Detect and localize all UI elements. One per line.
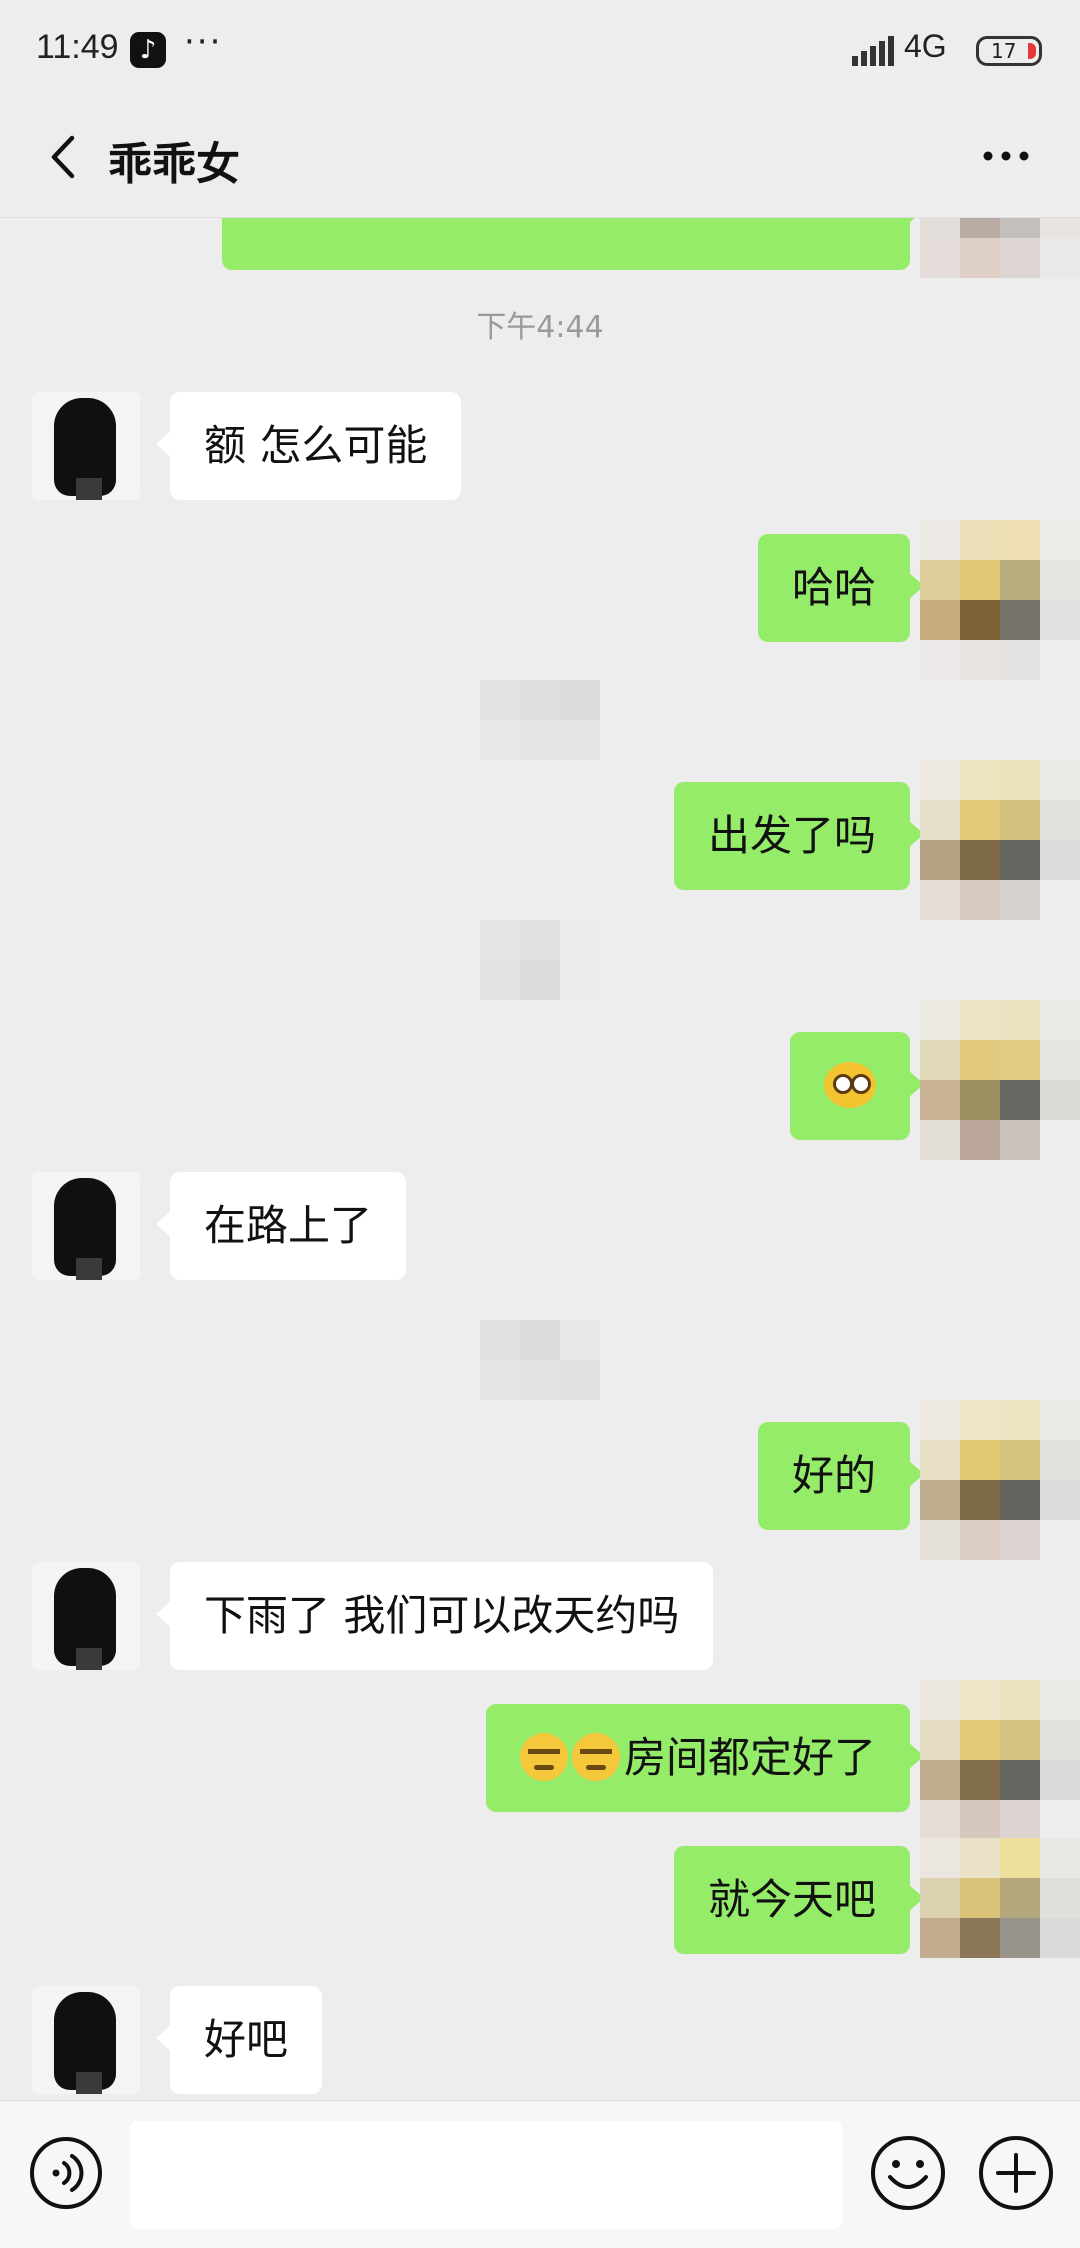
self-avatar[interactable] bbox=[920, 1838, 1080, 1998]
message-bubble-outgoing[interactable]: 房间都定好了 bbox=[485, 1704, 925, 1812]
message-bubble-outgoing-partial[interactable] bbox=[222, 218, 924, 270]
battery-icon: 17 bbox=[976, 36, 1042, 66]
message-bubble-outgoing[interactable]: 就今天吧 bbox=[673, 1846, 925, 1954]
self-avatar[interactable] bbox=[920, 1400, 1080, 1560]
message-bubble-outgoing[interactable] bbox=[790, 1032, 924, 1140]
message-bubble-incoming[interactable]: 额 怎么可能 bbox=[155, 392, 462, 500]
voice-icon[interactable] bbox=[28, 2135, 104, 2211]
contact-avatar[interactable] bbox=[32, 1172, 140, 1280]
message-bubble-incoming[interactable]: 好吧 bbox=[155, 1986, 323, 2094]
blurred-notice bbox=[480, 920, 640, 1000]
status-bar: 11:49 ♪ ··· 4G 17 bbox=[0, 0, 1080, 100]
plus-icon[interactable] bbox=[976, 2133, 1056, 2213]
message-bubble-incoming[interactable]: 在路上了 bbox=[155, 1172, 407, 1280]
chat-timestamp: 下午4:44 bbox=[476, 310, 604, 345]
message-list: 下午4:44 额 怎么可能 哈哈 出发了吗 在路上了 好的 下雨了 我们可以改天… bbox=[0, 218, 1080, 2100]
blurred-notice bbox=[480, 680, 640, 760]
blurred-notice bbox=[480, 1320, 640, 1400]
message-bubble-outgoing[interactable]: 出发了吗 bbox=[673, 782, 925, 890]
back-arrow-icon[interactable] bbox=[38, 130, 92, 184]
sweat-emoji-icon bbox=[519, 1732, 568, 1781]
signal-icon bbox=[852, 36, 894, 66]
notification-dots: ··· bbox=[184, 22, 223, 62]
message-bubble-incoming[interactable]: 下雨了 我们可以改天约吗 bbox=[155, 1562, 714, 1670]
dizzy-emoji-icon bbox=[824, 1061, 876, 1108]
sweat-emoji-icon bbox=[571, 1732, 620, 1781]
contact-avatar[interactable] bbox=[32, 392, 140, 500]
contact-avatar[interactable] bbox=[32, 1986, 140, 2094]
contact-avatar[interactable] bbox=[32, 1562, 140, 1670]
chat-title: 乖乖女 bbox=[108, 139, 240, 190]
self-avatar[interactable] bbox=[920, 520, 1080, 680]
self-avatar[interactable] bbox=[920, 1000, 1080, 1160]
input-bar bbox=[0, 2100, 1080, 2248]
network-type: 4G bbox=[904, 28, 947, 64]
message-bubble-outgoing[interactable]: 哈哈 bbox=[757, 534, 925, 642]
tiktok-icon: ♪ bbox=[130, 32, 166, 68]
self-avatar[interactable] bbox=[920, 760, 1080, 920]
message-input[interactable] bbox=[130, 2121, 842, 2229]
emoji-icon[interactable] bbox=[868, 2133, 948, 2213]
chat-header: 乖乖女 bbox=[0, 100, 1080, 218]
message-text: 房间都定好了 bbox=[623, 1733, 876, 1782]
self-avatar[interactable] bbox=[920, 1680, 1080, 1840]
status-time: 11:49 bbox=[36, 28, 119, 66]
more-icon[interactable] bbox=[976, 126, 1036, 186]
message-bubble-outgoing[interactable]: 好的 bbox=[757, 1422, 925, 1530]
